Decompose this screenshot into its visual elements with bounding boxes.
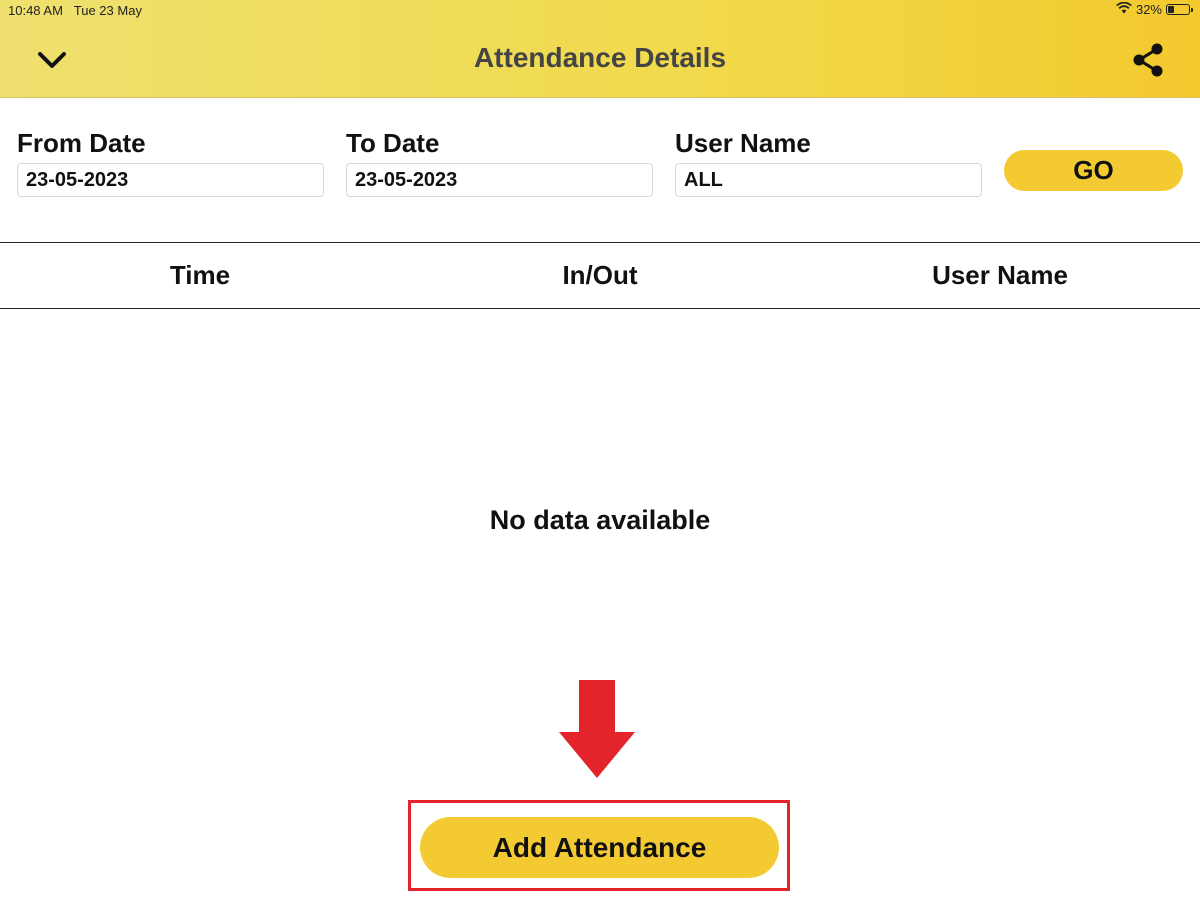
page-title: Attendance Details bbox=[473, 42, 727, 73]
table-header: Time In/Out User Name bbox=[0, 242, 1200, 309]
column-header-user-name: User Name bbox=[932, 260, 1068, 290]
battery-percent: 32% bbox=[1135, 2, 1162, 17]
to-date-label: To Date bbox=[346, 128, 440, 158]
status-time: 10:48 AM bbox=[8, 3, 63, 18]
battery-level bbox=[1168, 6, 1174, 13]
status-date: Tue 23 May bbox=[73, 3, 142, 18]
go-button[interactable]: GO bbox=[1004, 150, 1183, 191]
status-bar: 10:48 AM Tue 23 May 32% bbox=[0, 0, 1200, 22]
add-attendance-button[interactable]: Add Attendance bbox=[420, 817, 779, 878]
status-indicators: 32% bbox=[1116, 1, 1193, 17]
to-date-input[interactable]: 23-05-2023 bbox=[346, 163, 653, 197]
share-button[interactable] bbox=[1128, 40, 1168, 80]
wifi-icon bbox=[1116, 1, 1132, 17]
arrow-down-icon bbox=[559, 680, 635, 778]
column-header-time: Time bbox=[169, 260, 231, 290]
column-header-in-out: In/Out bbox=[562, 260, 638, 290]
empty-state-message: No data available bbox=[489, 505, 711, 535]
status-time-date: 10:48 AM Tue 23 May bbox=[8, 3, 142, 18]
user-name-label: User Name bbox=[675, 128, 811, 158]
user-name-input[interactable]: ALL bbox=[675, 163, 982, 197]
battery-icon bbox=[1166, 4, 1193, 15]
from-date-input[interactable]: 23-05-2023 bbox=[17, 163, 324, 197]
from-date-label: From Date bbox=[17, 128, 146, 158]
user-name-field: User Name ALL bbox=[675, 128, 982, 197]
top-app-bar: 10:48 AM Tue 23 May 32% Attendance Detai… bbox=[0, 0, 1200, 98]
share-icon bbox=[1133, 43, 1163, 77]
from-date-field: From Date 23-05-2023 bbox=[17, 128, 324, 197]
to-date-field: To Date 23-05-2023 bbox=[346, 128, 653, 197]
